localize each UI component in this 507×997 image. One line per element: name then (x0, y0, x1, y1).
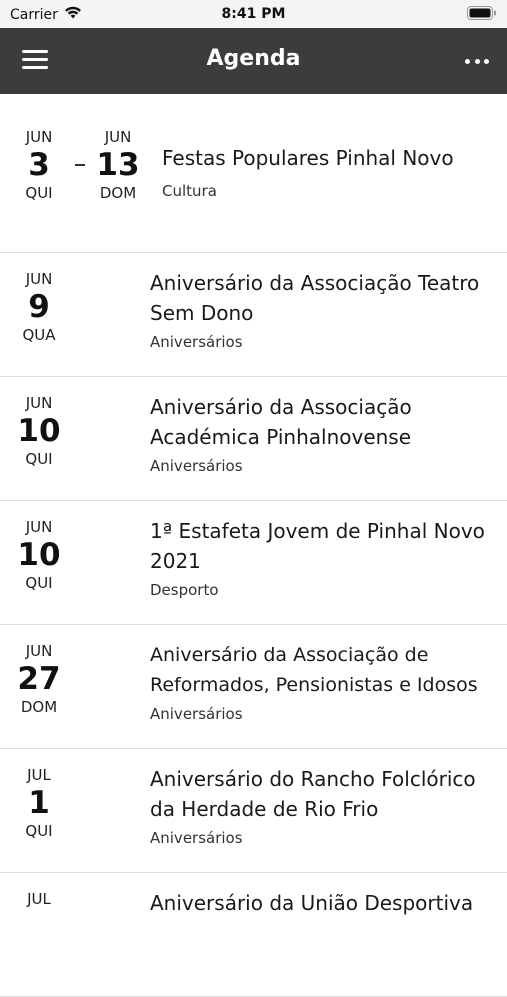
event-end-date: JUN 13 DOM (88, 128, 148, 202)
date-day: 9 (28, 289, 50, 325)
date-weekday: QUI (25, 574, 53, 592)
event-category: Aniversários (150, 333, 243, 351)
event-title-line: Aniversário do Rancho Folclórico (150, 767, 476, 791)
event-start-date: JUL 1 QUI (9, 766, 69, 840)
date-month: JUN (25, 128, 53, 146)
date-month: JUN (104, 128, 132, 146)
event-title-line: Académica Pinhalnovense (150, 425, 412, 449)
event-title-line: Aniversário da Associação de (150, 644, 429, 666)
event-row[interactable]: JUN 10 QUI 1ª Estafeta Jovem de Pinhal N… (0, 501, 507, 625)
date-weekday: QUI (25, 184, 53, 202)
event-title: Aniversário do Rancho Folclórico da Herd… (150, 764, 476, 824)
event-title-line: Aniversário da Associação Teatro (150, 271, 480, 295)
event-category: Aniversários (150, 457, 243, 475)
date-day: 13 (96, 147, 140, 183)
date-day: 3 (28, 147, 50, 183)
event-row[interactable]: JUN 3 QUI JUN 13 DOM Festas Populares Pi… (0, 94, 507, 253)
date-month: JUL (27, 890, 51, 908)
event-category: Aniversários (150, 829, 243, 847)
event-start-date: JUL (9, 890, 69, 908)
date-weekday: QUI (25, 822, 53, 840)
date-month: JUN (25, 518, 53, 536)
event-row[interactable]: JUN 10 QUI Aniversário da Associação Aca… (0, 377, 507, 501)
page-title: Agenda (206, 46, 301, 71)
event-title: Festas Populares Pinhal Novo (162, 146, 454, 170)
event-start-date: JUN 10 QUI (9, 518, 69, 592)
date-weekday: QUA (22, 326, 56, 344)
navigation-bar: Agenda (0, 28, 507, 94)
date-range-separator (75, 164, 85, 166)
event-title: Aniversário da Associação Teatro Sem Don… (150, 268, 479, 328)
date-weekday: QUI (25, 450, 53, 468)
date-day: 1 (28, 785, 50, 821)
status-bar: Carrier 8:41 PM (0, 0, 507, 28)
date-month: JUN (25, 642, 53, 660)
event-start-date: JUN 3 QUI (9, 128, 69, 202)
event-start-date: JUN 27 DOM (9, 642, 69, 716)
event-title-line: Reformados, Pensionistas e Idosos (150, 674, 478, 696)
date-day: 27 (17, 661, 61, 697)
date-weekday: DOM (20, 698, 58, 716)
event-start-date: JUN 10 QUI (9, 394, 69, 468)
date-month: JUL (27, 766, 51, 784)
event-category: Aniversários (150, 705, 243, 723)
date-month: JUN (25, 394, 53, 412)
date-weekday: DOM (99, 184, 137, 202)
event-title-line: Aniversário da União Desportiva (150, 891, 474, 915)
event-title: Aniversário da União Desportiva (150, 888, 473, 918)
date-month: JUN (25, 270, 53, 288)
event-title: 1ª Estafeta Jovem de Pinhal Novo 2021 (150, 516, 485, 576)
event-start-date: JUN 9 QUA (9, 270, 69, 344)
event-row[interactable]: JUN 27 DOM Aniversário da Associação de … (0, 625, 507, 749)
event-title-line: 2021 (150, 549, 201, 573)
date-day: 10 (17, 413, 61, 449)
event-title-line: Aniversário da Associação (150, 395, 412, 419)
event-row[interactable]: JUL Aniversário da União Desportiva (0, 873, 507, 997)
event-row[interactable]: JUL 1 QUI Aniversário do Rancho Folclóri… (0, 749, 507, 873)
more-options-icon[interactable] (465, 50, 489, 72)
event-title-line: Sem Dono (150, 301, 254, 325)
battery-icon (467, 6, 497, 24)
event-title-line: da Herdade de Rio Frio (150, 797, 379, 821)
event-list: JUN 3 QUI JUN 13 DOM Festas Populares Pi… (0, 94, 507, 997)
event-category: Desporto (150, 581, 219, 599)
event-title: Aniversário da Associação Académica Pinh… (150, 392, 412, 452)
status-time: 8:41 PM (221, 6, 286, 22)
event-title-line: 1ª Estafeta Jovem de Pinhal Novo (150, 519, 485, 543)
date-day: 10 (17, 537, 61, 573)
event-title: Aniversário da Associação de Reformados,… (150, 640, 478, 700)
event-category: Cultura (162, 182, 217, 200)
event-row[interactable]: JUN 9 QUA Aniversário da Associação Teat… (0, 253, 507, 377)
